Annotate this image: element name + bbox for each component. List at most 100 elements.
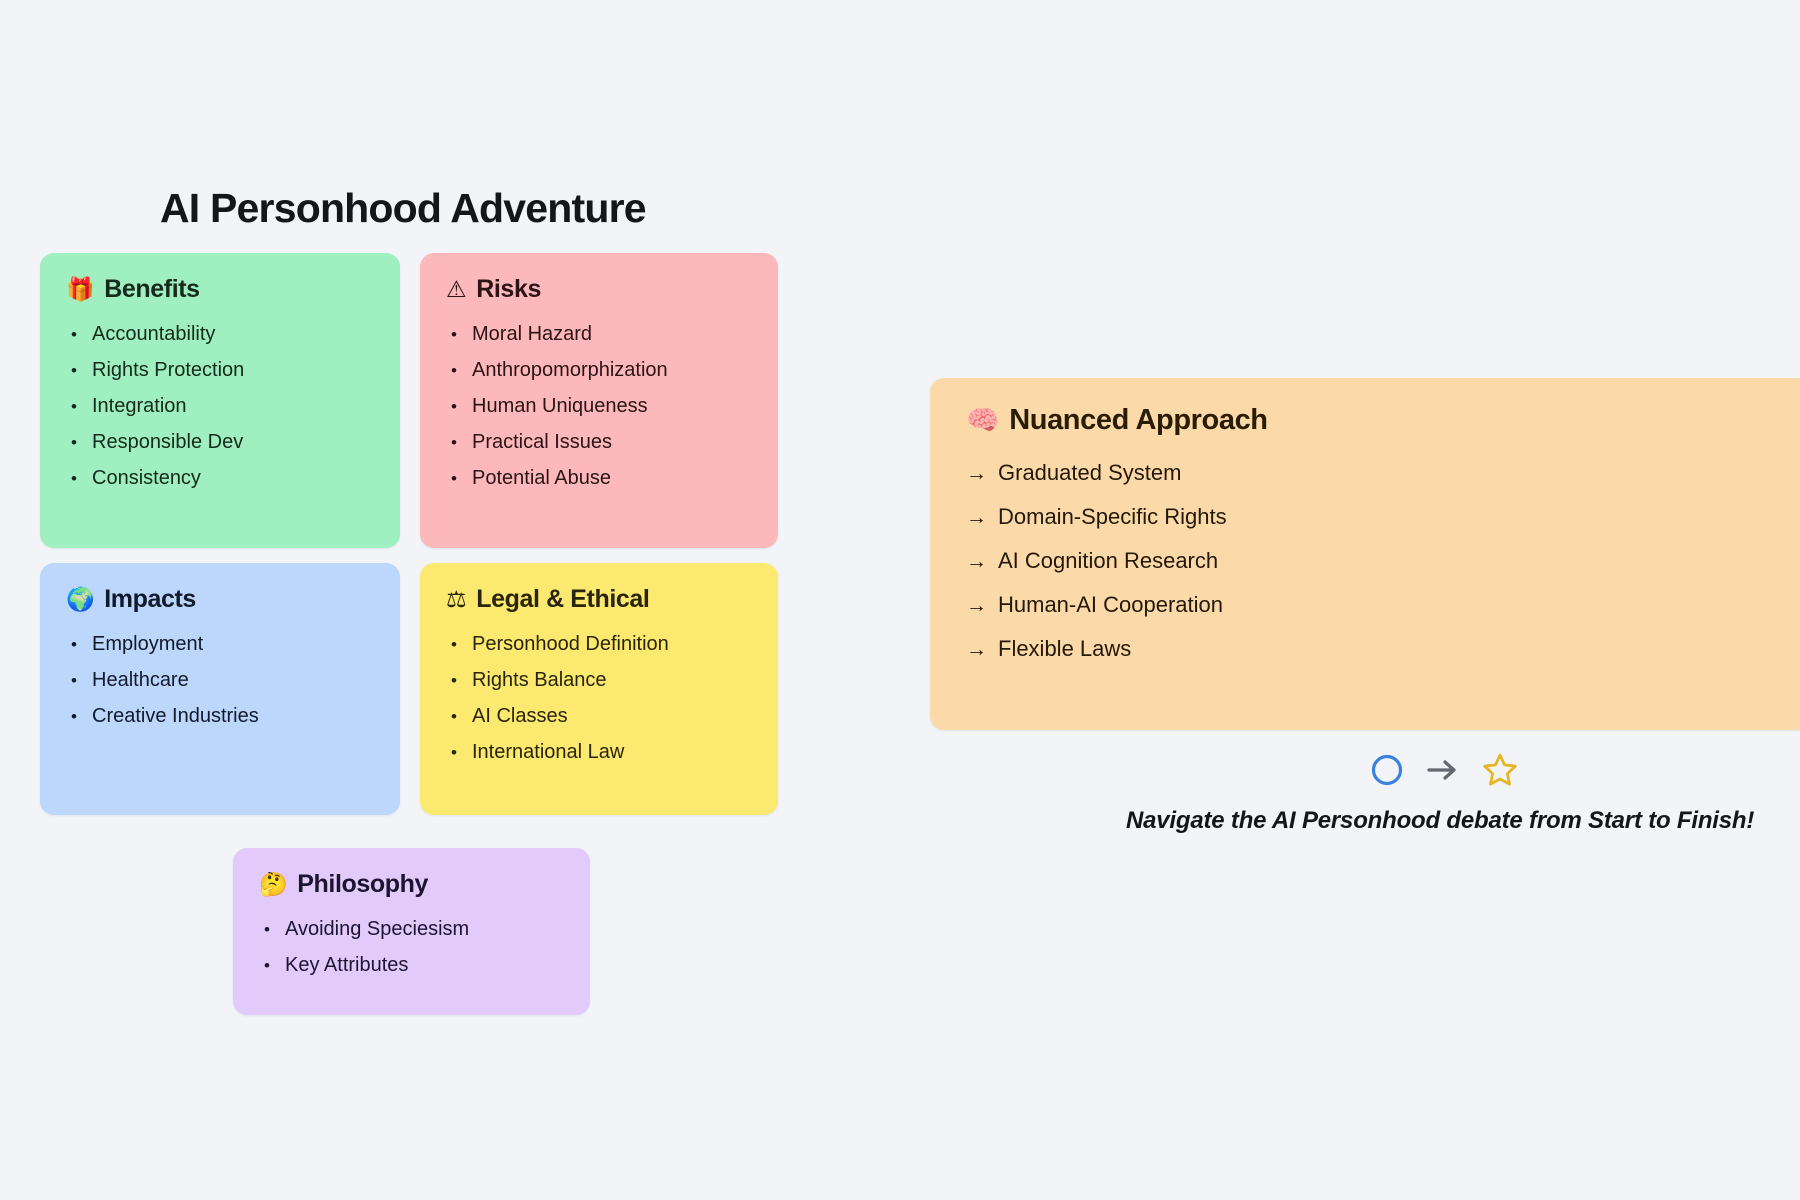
list-item-label: Potential Abuse [472,467,611,489]
card-legal-ethical[interactable]: ⚖ Legal & Ethical • Personhood Definition… [420,563,778,815]
list-item-label: Anthropomorphization [472,359,668,381]
list-item[interactable]: • Responsible Dev [66,424,374,460]
star-outline-icon[interactable] [1482,752,1518,788]
bullet-dot: • [71,433,77,452]
list-item[interactable]: • Rights Protection [66,352,374,388]
thinking-face-emoji: 🤔 [259,871,288,897]
list-item[interactable]: → Graduated System [966,451,1800,495]
list-item-label: Integration [92,395,187,417]
list-item-label: Employment [92,633,204,655]
list-item[interactable]: • AI Classes [446,698,752,734]
list-item-label: Key Attributes [285,954,409,976]
list-item-label: Domain-Specific Rights [998,504,1227,529]
list-item[interactable]: • Moral Hazard [446,316,752,352]
list-item[interactable]: • Personhood Definition [446,626,752,662]
list-item[interactable]: • International Law [446,734,752,770]
bullet-dot: • [451,469,457,488]
bullet-dot: • [71,707,77,726]
list-item-label: Rights Protection [92,359,245,381]
panel-nuanced-approach-list: → Graduated System → Domain-Specific Right… [966,451,1800,671]
scales-of-justice-emoji: ⚖ [446,586,467,612]
bullet-dot: • [451,325,457,344]
list-item-label: Responsible Dev [92,431,244,453]
card-philosophy-title: Philosophy [297,870,428,898]
bullet-dot: • [71,361,77,380]
list-item[interactable]: → Flexible Laws [966,627,1800,671]
bullet-dot: • [451,361,457,380]
list-item[interactable]: • Practical Issues [446,424,752,460]
card-impacts-title: Impacts [104,585,196,613]
list-item[interactable]: • Key Attributes [259,947,564,983]
card-benefits[interactable]: 🎁 Benefits • Accountability • Rights Prote… [40,253,400,548]
arrow-right-icon: → [966,638,987,661]
list-item[interactable]: • Human Uniqueness [446,388,752,424]
card-impacts[interactable]: 🌍 Impacts • Employment • Healthcare • Creat… [40,563,400,815]
card-risks-header: ⚠ Risks [446,275,752,304]
list-item[interactable]: • Creative Industries [66,698,374,734]
card-philosophy[interactable]: 🤔 Philosophy • Avoiding Speciesism • Key A… [233,848,590,1015]
gift-emoji: 🎁 [66,276,95,302]
card-benefits-header: 🎁 Benefits [66,275,374,304]
list-item-label: Avoiding Speciesism [285,918,470,940]
list-item[interactable]: • Potential Abuse [446,460,752,496]
bullet-dot: • [71,469,77,488]
list-item-label: Graduated System [998,460,1182,485]
bullet-dot: • [264,956,270,975]
list-item-label: Human Uniqueness [472,395,648,417]
card-impacts-header: 🌍 Impacts [66,585,374,614]
card-legal-ethical-list: • Personhood Definition • Rights Balance •… [446,626,752,770]
list-item[interactable]: • Employment [66,626,374,662]
list-item-label: Accountability [92,323,216,345]
globe-emoji: 🌍 [66,586,95,612]
list-item[interactable]: • Avoiding Speciesism [259,911,564,947]
list-item-label: Human-AI Cooperation [998,592,1224,617]
list-item-label: Practical Issues [472,431,613,453]
bullet-dot: • [71,671,77,690]
card-risks-list: • Moral Hazard • Anthropomorphization • Hum… [446,316,752,496]
arrow-right-icon: → [966,506,987,529]
list-item[interactable]: • Accountability [66,316,374,352]
list-item[interactable]: • Integration [66,388,374,424]
warning-triangle-icon: ⚠ [446,276,467,302]
list-item[interactable]: → Human-AI Cooperation [966,583,1800,627]
arrow-right-icon: → [966,550,987,573]
page-title: AI Personhood Adventure [160,185,647,231]
card-legal-ethical-title: Legal & Ethical [476,585,650,613]
bullet-dot: • [451,397,457,416]
footer-caption: Navigate the AI Personhood debate from S… [1126,807,1755,834]
card-philosophy-list: • Avoiding Speciesism • Key Attributes [259,911,564,983]
bullet-dot: • [451,707,457,726]
list-item-label: Personhood Definition [472,633,669,655]
list-item[interactable]: • Consistency [66,460,374,496]
arrow-right-icon: → [966,462,987,485]
card-benefits-title: Benefits [104,275,200,303]
bullet-dot: • [451,635,457,654]
list-item[interactable]: • Anthropomorphization [446,352,752,388]
list-item[interactable]: • Rights Balance [446,662,752,698]
bullet-dot: • [264,920,270,939]
panel-nuanced-approach-title: Nuanced Approach [1009,404,1268,436]
list-item-label: AI Cognition Research [998,548,1219,573]
bullet-dot: • [451,433,457,452]
brain-emoji: 🧠 [966,405,1000,435]
list-item-label: AI Classes [472,705,568,727]
card-philosophy-header: 🤔 Philosophy [259,870,564,899]
slide-canvas: AI Personhood Adventure 🎁 Benefits • Acco… [0,0,1800,1200]
list-item-label: Rights Balance [472,669,607,691]
bullet-dot: • [71,325,77,344]
list-item[interactable]: → Domain-Specific Rights [966,495,1800,539]
card-legal-ethical-header: ⚖ Legal & Ethical [446,585,752,614]
list-item[interactable]: • Healthcare [66,662,374,698]
arrow-right-icon: → [966,594,987,617]
arrow-right-icon [1426,757,1460,783]
panel-nuanced-approach[interactable]: 🧠 Nuanced Approach → Graduated System → Do… [930,378,1800,730]
card-risks-title: Risks [476,275,541,303]
list-item-label: International Law [472,741,625,763]
list-item-label: Flexible Laws [998,636,1132,661]
bullet-dot: • [451,743,457,762]
list-item[interactable]: → AI Cognition Research [966,539,1800,583]
card-benefits-list: • Accountability • Rights Protection • Inte… [66,316,374,496]
circle-outline-icon[interactable] [1370,753,1404,787]
card-risks[interactable]: ⚠ Risks • Moral Hazard • Anthropomorphizat… [420,253,778,548]
bullet-dot: • [71,635,77,654]
